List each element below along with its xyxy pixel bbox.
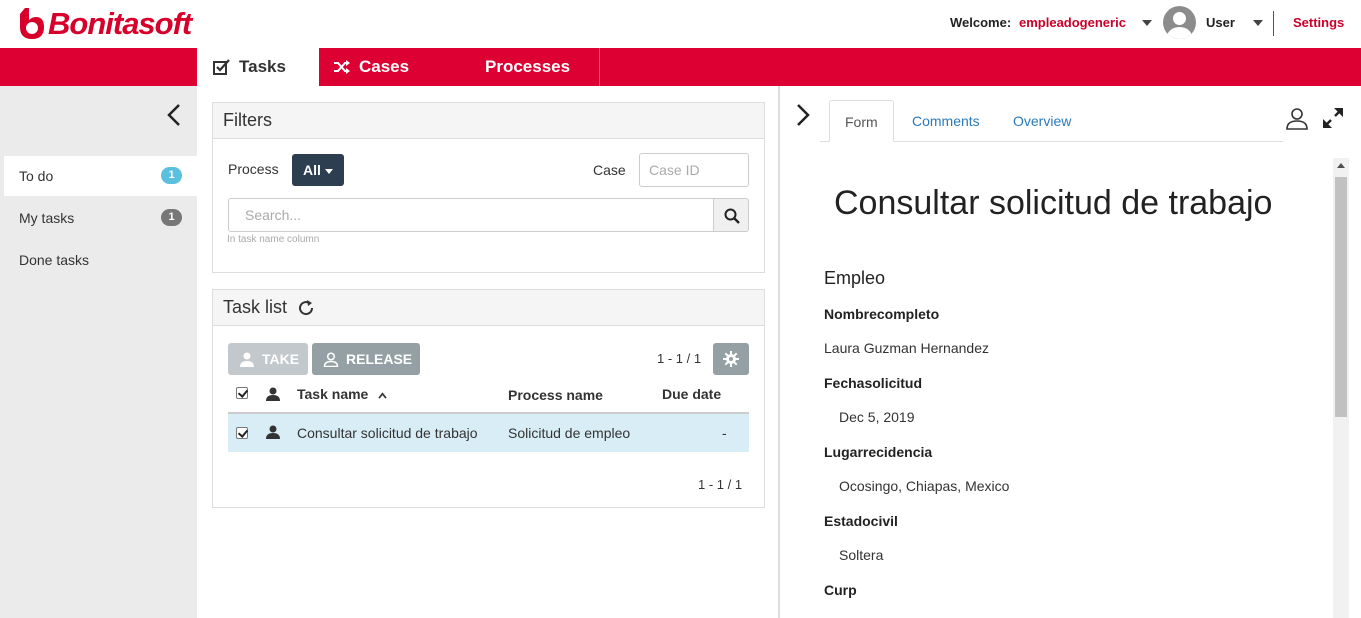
tab-tasks[interactable]: Tasks bbox=[197, 48, 319, 86]
release-button[interactable]: RELEASE bbox=[312, 343, 420, 375]
column-due-date[interactable]: Due date bbox=[662, 386, 721, 402]
chevron-right-icon[interactable] bbox=[794, 104, 814, 126]
panel-divider bbox=[778, 86, 780, 618]
form-title: Consultar solicitud de trabajo bbox=[834, 184, 1273, 222]
scrollbar-thumb[interactable] bbox=[1335, 177, 1347, 417]
scroll-up-arrow-icon[interactable] bbox=[1337, 163, 1345, 168]
tab-tasks-label: Tasks bbox=[239, 57, 286, 76]
sidebar-item-label: My tasks bbox=[19, 210, 75, 226]
user-icon bbox=[240, 352, 254, 367]
field-label-fechasolicitud: Fechasolicitud bbox=[824, 375, 923, 391]
tab-cases[interactable]: Cases bbox=[319, 48, 443, 86]
process-label: Process bbox=[228, 161, 279, 177]
task-list-header: Task list bbox=[213, 290, 764, 326]
column-task-name[interactable]: Task name bbox=[297, 386, 387, 402]
search-button[interactable] bbox=[713, 198, 749, 232]
select-all-checkbox[interactable] bbox=[236, 387, 248, 399]
user-menu-label[interactable]: User bbox=[1206, 15, 1235, 30]
field-label-curp: Curp bbox=[824, 582, 857, 598]
column-process-name[interactable]: Process name bbox=[508, 387, 603, 403]
field-value-fechasolicitud: Dec 5, 2019 bbox=[839, 409, 915, 425]
table-settings-button[interactable] bbox=[713, 343, 749, 375]
field-label-estadocivil: Estadocivil bbox=[824, 513, 898, 529]
table-row[interactable]: Consultar solicitud de trabajo Solicitud… bbox=[228, 414, 749, 452]
settings-link[interactable]: Settings bbox=[1293, 15, 1344, 30]
check-square-icon bbox=[213, 59, 230, 75]
sort-asc-icon bbox=[378, 392, 387, 399]
tab-processes[interactable]: Processes bbox=[443, 48, 600, 86]
chevron-left-icon[interactable] bbox=[164, 104, 184, 126]
pager-top: 1 - 1 / 1 bbox=[657, 351, 702, 366]
sidebar-item-label: Done tasks bbox=[19, 252, 90, 268]
case-label: Case bbox=[593, 162, 626, 178]
sidebar-item-done-tasks[interactable]: Done tasks bbox=[4, 240, 197, 280]
logo-text: Bonitasoft bbox=[48, 6, 192, 41]
process-filter-value: All bbox=[303, 162, 321, 178]
count-badge: 1 bbox=[161, 167, 182, 184]
bonitasoft-logo[interactable]: Bonitasoft bbox=[16, 5, 192, 43]
case-id-input[interactable] bbox=[639, 153, 749, 187]
chevron-down-icon[interactable] bbox=[1253, 20, 1263, 26]
tab-cases-label: Cases bbox=[359, 57, 410, 76]
tab-processes-label: Processes bbox=[485, 57, 571, 76]
shuffle-icon bbox=[334, 60, 350, 74]
refresh-icon[interactable] bbox=[297, 299, 315, 317]
pager-bottom: 1 - 1 / 1 bbox=[698, 477, 743, 492]
field-label-lugarrecidencia: Lugarrecidencia bbox=[824, 444, 933, 460]
process-filter-dropdown[interactable]: All bbox=[292, 154, 344, 186]
user-icon bbox=[266, 425, 280, 439]
tab-comments[interactable]: Comments bbox=[897, 100, 995, 142]
sidebar-item-to-do[interactable]: To do 1 bbox=[4, 156, 197, 196]
form-section-title: Empleo bbox=[824, 268, 886, 288]
search-icon bbox=[724, 208, 740, 224]
field-label-nombrecompleto: Nombrecompleto bbox=[824, 306, 940, 322]
process-name-cell: Solicitud de empleo bbox=[508, 425, 631, 441]
tab-overview[interactable]: Overview bbox=[998, 100, 1086, 142]
filters-title: Filters bbox=[213, 103, 764, 139]
row-checkbox[interactable] bbox=[236, 427, 248, 439]
gear-icon bbox=[723, 351, 739, 367]
take-label: TAKE bbox=[262, 351, 300, 367]
sidebar-item-label: To do bbox=[19, 168, 54, 184]
chevron-down-icon[interactable] bbox=[1142, 20, 1152, 26]
fullscreen-icon[interactable] bbox=[1321, 106, 1345, 130]
search-hint: In task name column bbox=[227, 234, 320, 245]
due-date-cell: - bbox=[722, 425, 727, 441]
tab-form[interactable]: Form bbox=[829, 100, 894, 142]
welcome-label: Welcome: bbox=[950, 15, 1012, 30]
filters-panel: Filters Process All Case In task name co… bbox=[212, 102, 765, 273]
task-name-cell[interactable]: Consultar solicitud de trabajo bbox=[297, 425, 478, 441]
release-label: RELEASE bbox=[346, 351, 413, 367]
take-button[interactable]: TAKE bbox=[228, 343, 308, 375]
task-list-title: Task list bbox=[223, 297, 288, 317]
main-nav: Tasks Cases Processes bbox=[0, 48, 1361, 86]
field-value-estadocivil: Soltera bbox=[839, 547, 884, 563]
task-list-panel: Task list TAKE RELEASE 1 - 1 / 1 Task na… bbox=[212, 289, 765, 508]
avatar[interactable] bbox=[1163, 6, 1196, 39]
sidebar-item-my-tasks[interactable]: My tasks 1 bbox=[4, 198, 197, 238]
user-outline-icon bbox=[323, 351, 339, 367]
caret-down-icon bbox=[324, 168, 333, 174]
assign-user-icon[interactable] bbox=[1285, 107, 1309, 131]
header-divider bbox=[1273, 11, 1274, 36]
field-value-lugarrecidencia: Ocosingo, Chiapas, Mexico bbox=[839, 478, 1010, 494]
count-badge: 1 bbox=[161, 209, 182, 226]
search-input[interactable] bbox=[228, 198, 714, 232]
assignee-column-icon bbox=[266, 387, 280, 401]
welcome-username[interactable]: empleadogeneric bbox=[1019, 15, 1126, 30]
field-value-nombrecompleto: Laura Guzman Hernandez bbox=[824, 340, 989, 356]
bonitasoft-logo-icon bbox=[20, 8, 44, 39]
top-header: Bonitasoft Welcome: empleadogeneric User… bbox=[0, 0, 1361, 48]
